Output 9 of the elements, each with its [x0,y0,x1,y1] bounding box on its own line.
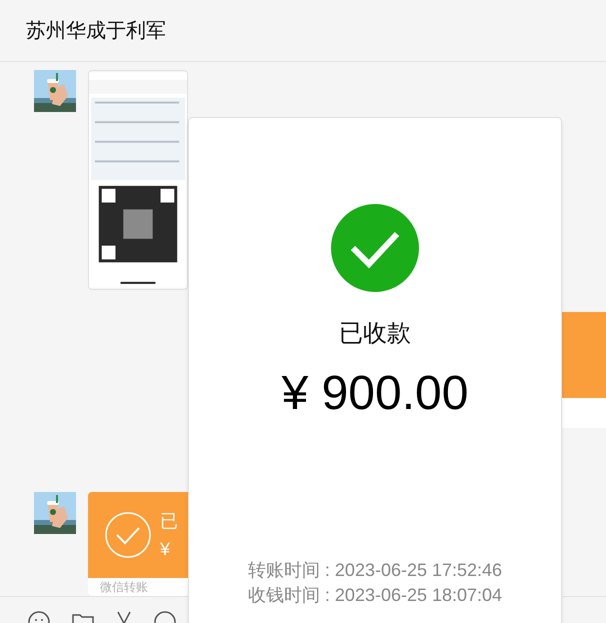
chat-title: 苏州华成于利军 [26,18,166,44]
transfer-caption: 微信转账 [100,580,148,594]
transfer-status: 已 [160,510,178,533]
payment-time: 收钱时间 : 2023-06-25 18:07:04 [248,584,502,607]
payment-status: 已收款 [339,319,411,349]
payment-time: 转账时间 : 2023-06-25 17:52:46 [248,559,502,582]
check-circle-icon [104,511,152,559]
payment-amount: ¥ 900.00 [282,366,468,422]
transfer-amount: ¥ [160,538,172,561]
